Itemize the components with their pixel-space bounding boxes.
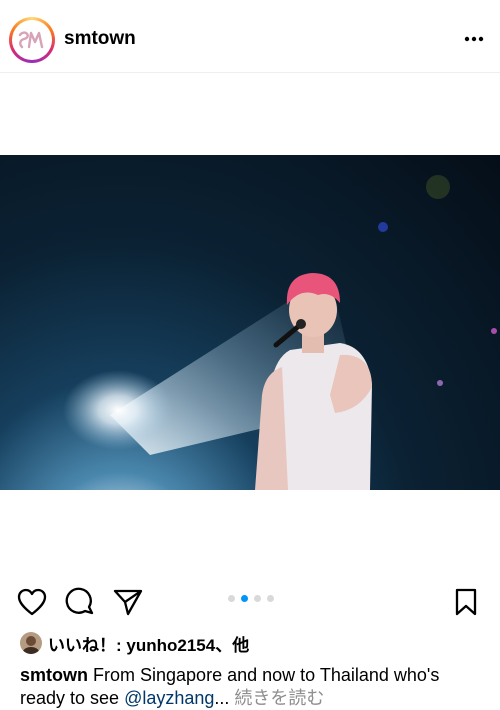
- bookmark-icon[interactable]: [449, 585, 483, 619]
- smtown-logo: [12, 20, 52, 60]
- likes-text: いいね！: yunho2154、他: [48, 635, 250, 655]
- carousel-dot: [228, 595, 235, 602]
- header-divider: [0, 72, 500, 73]
- post-header: smtown: [0, 0, 500, 72]
- post-photo[interactable]: [0, 155, 500, 490]
- caption-mention[interactable]: @layzhang: [124, 688, 214, 708]
- carousel-indicator: [228, 595, 274, 602]
- carousel-dot: [254, 595, 261, 602]
- post-caption: smtown From Singapore and now to Thailan…: [20, 664, 484, 710]
- carousel-dot: [267, 595, 274, 602]
- post-username[interactable]: smtown: [64, 28, 136, 50]
- caption-ellipsis: ...: [214, 688, 230, 708]
- more-options-icon[interactable]: [459, 24, 489, 54]
- caption-username[interactable]: smtown: [20, 665, 88, 685]
- likes-row[interactable]: いいね！: yunho2154、他: [20, 630, 249, 656]
- liker-avatar[interactable]: [20, 632, 42, 654]
- carousel-dot-active: [241, 595, 248, 602]
- profile-avatar[interactable]: [9, 17, 55, 63]
- heart-icon[interactable]: [15, 585, 49, 619]
- send-icon[interactable]: [111, 585, 145, 619]
- post-actions: [0, 580, 500, 624]
- read-more-link[interactable]: 続きを読む: [229, 688, 324, 708]
- comment-icon[interactable]: [63, 585, 97, 619]
